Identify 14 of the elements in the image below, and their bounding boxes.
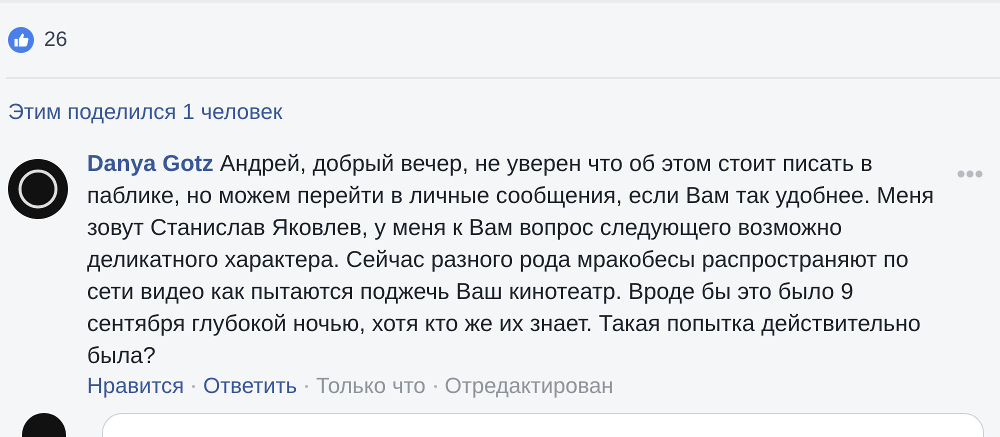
author-link[interactable]: Danya Gotz xyxy=(87,150,214,176)
avatar[interactable] xyxy=(8,159,68,219)
comment-action-link[interactable]: Ответить xyxy=(203,373,298,399)
shares-link[interactable]: Этим поделился 1 человек xyxy=(0,79,1000,129)
comment-meta: Только что xyxy=(316,373,426,399)
more-options-icon[interactable] xyxy=(957,170,983,178)
like-count[interactable]: 26 xyxy=(44,28,68,52)
comment-text: Danya Gotz Андрей, добрый вечер, не уверен что об этом стоит писать в паблике, но можем перейти в личные сообщения, если Вам так удобнее. Меня зовут Станислав Яковлев, у меня к Вам вопрос следующего возможно деликатного характера. Сейчас разного рода мракобесы распространяют по сети видео как пытаются поджечь Ваш кинотеатр. Вроде бы это было 9 сентября глубокой ночью, хотя кто же их знает. Такая попытка действительно была? xyxy=(87,149,935,370)
separator-dot xyxy=(305,384,308,388)
comment-action-link[interactable]: Нравится xyxy=(87,373,184,399)
comment-meta: Отредактирован xyxy=(444,373,614,399)
separator-dot xyxy=(434,384,437,388)
thumbs-up-icon xyxy=(8,27,34,53)
separator-dot xyxy=(192,384,196,388)
